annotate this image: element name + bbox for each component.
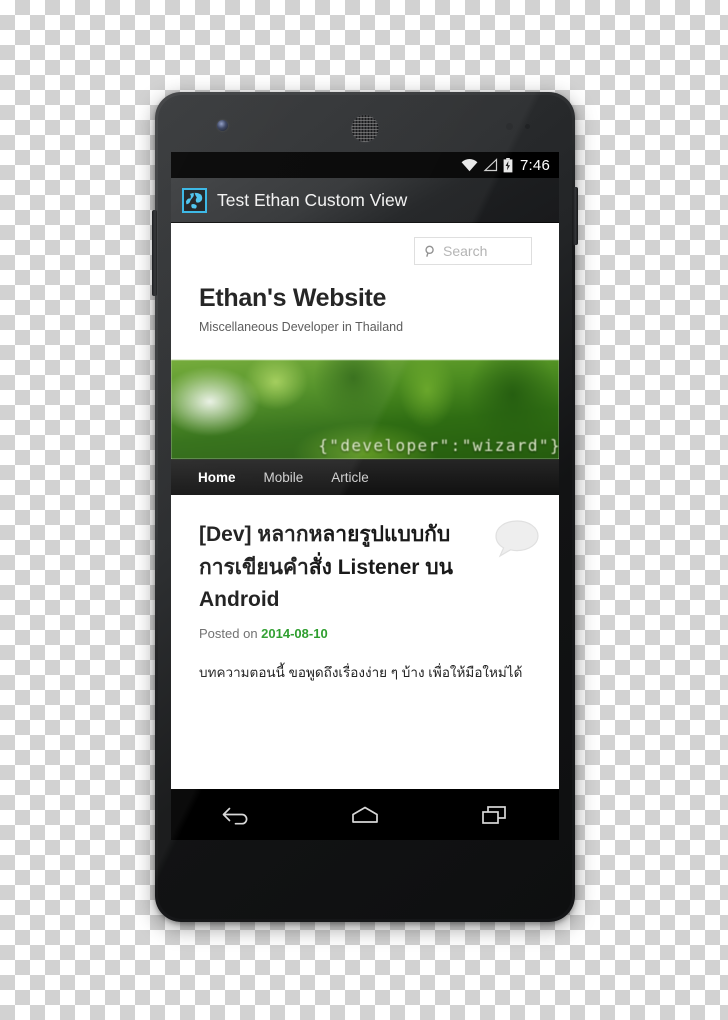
nav-item-home[interactable]: Home [198, 470, 236, 485]
volume-rocker-button[interactable] [152, 210, 157, 296]
search-row: Search [199, 237, 532, 265]
posted-on-label: Posted on [199, 625, 258, 641]
article-body-text: บทความตอนนี้ ขอพูดถึงเรื่องง่าย ๆ บ้าง เ… [199, 664, 523, 680]
phone-screen: 7:46 Test Ethan Custom View Search Ethan… [171, 152, 559, 840]
front-camera-icon [217, 120, 228, 131]
article-post: [Dev] หลากหลายรูปแบบกับการเขียนคำสั่ง Li… [171, 495, 559, 686]
banner-image: {"developer":"wizard"} [171, 360, 559, 459]
site-header: Search Ethan's Website Miscellaneous Dev… [171, 223, 559, 360]
light-sensor-icon [525, 124, 530, 129]
battery-charging-icon [503, 157, 513, 172]
status-bar: 7:46 [171, 152, 559, 178]
article-meta: Posted on 2014-08-10 [199, 626, 533, 641]
wifi-icon [461, 159, 478, 172]
app-action-bar: Test Ethan Custom View [171, 178, 559, 223]
search-input[interactable]: Search [414, 237, 532, 265]
signal-icon [483, 158, 498, 172]
proximity-sensor-icon [506, 123, 513, 130]
home-button[interactable] [335, 795, 395, 835]
globe-icon[interactable] [182, 187, 207, 213]
back-arrow-icon [222, 807, 248, 825]
recents-icon [482, 806, 507, 824]
article-title[interactable]: [Dev] หลากหลายรูปแบบกับการเขียนคำสั่ง Li… [199, 519, 479, 617]
search-icon [425, 245, 434, 257]
back-button[interactable] [206, 795, 266, 835]
page-title: Test Ethan Custom View [217, 189, 408, 210]
nav-item-mobile[interactable]: Mobile [264, 470, 304, 485]
android-navigation-bar [171, 789, 559, 840]
nav-item-article[interactable]: Article [331, 470, 369, 485]
banner-code-text: {"developer":"wizard"} [318, 436, 559, 455]
comment-bubble-icon[interactable] [493, 519, 541, 559]
site-tagline: Miscellaneous Developer in Thailand [199, 320, 404, 334]
home-icon [352, 806, 378, 823]
recents-button[interactable] [464, 795, 524, 835]
earpiece-speaker-icon [350, 114, 380, 143]
power-button[interactable] [573, 187, 578, 245]
status-bar-clock: 7:46 [520, 156, 550, 174]
search-placeholder-text: Search [443, 243, 488, 259]
webview-content[interactable]: Search Ethan's Website Miscellaneous Dev… [171, 223, 559, 840]
phone-device: 7:46 Test Ethan Custom View Search Ethan… [152, 92, 578, 922]
site-title: Ethan's Website [199, 284, 387, 312]
article-date: 2014-08-10 [261, 625, 328, 641]
site-navigation: Home Mobile Article [171, 459, 559, 495]
